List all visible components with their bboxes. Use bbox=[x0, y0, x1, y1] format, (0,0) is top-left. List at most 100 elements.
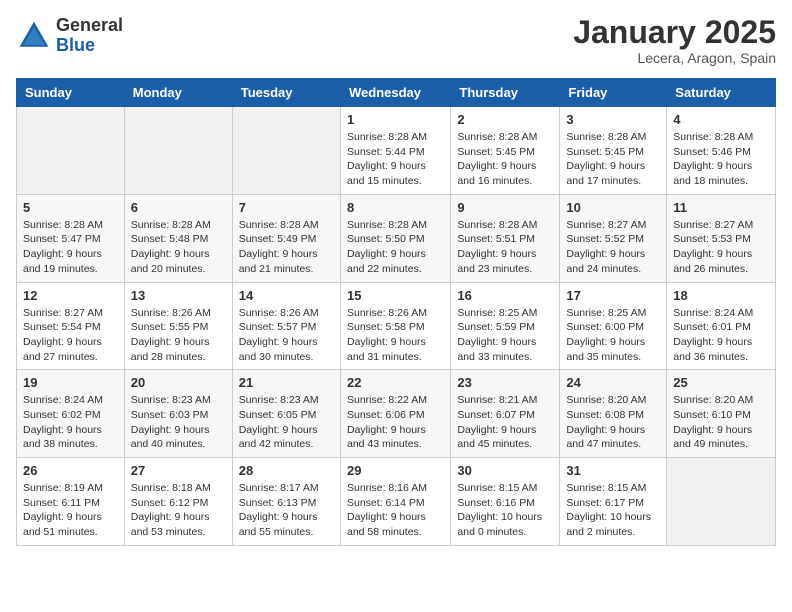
day-number: 30 bbox=[457, 463, 553, 478]
day-number: 23 bbox=[457, 375, 553, 390]
day-info: Sunrise: 8:23 AM Sunset: 6:03 PM Dayligh… bbox=[131, 393, 226, 452]
day-cell-21: 21Sunrise: 8:23 AM Sunset: 6:05 PM Dayli… bbox=[232, 370, 340, 458]
day-info: Sunrise: 8:28 AM Sunset: 5:47 PM Dayligh… bbox=[23, 218, 118, 277]
weekday-header-wednesday: Wednesday bbox=[340, 79, 450, 107]
day-number: 22 bbox=[347, 375, 444, 390]
day-cell-5: 5 Sunrise: 8:28 AM Sunset: 5:47 PM Daylig… bbox=[17, 194, 125, 282]
day-info: Sunrise: 8:26 AM Sunset: 5:58 PM Dayligh… bbox=[347, 306, 444, 365]
day-info: Sunrise: 8:15 AM Sunset: 6:17 PM Dayligh… bbox=[566, 481, 660, 540]
location-subtitle: Lecera, Aragon, Spain bbox=[573, 50, 776, 66]
day-info: Sunrise: 8:24 AM Sunset: 6:01 PM Dayligh… bbox=[673, 306, 769, 365]
logo-text: General Blue bbox=[56, 16, 123, 56]
day-number: 6 bbox=[131, 200, 226, 215]
empty-cell bbox=[667, 458, 776, 546]
day-info: Sunrise: 8:16 AM Sunset: 6:14 PM Dayligh… bbox=[347, 481, 444, 540]
day-cell-12: 12 Sunrise: 8:27 AM Sunset: 5:54 PM Dayli… bbox=[17, 282, 125, 370]
logo: General Blue bbox=[16, 16, 123, 56]
day-info: Sunrise: 8:20 AM Sunset: 6:10 PM Dayligh… bbox=[673, 393, 769, 452]
day-info: Sunrise: 8:28 AM Sunset: 5:45 PM Dayligh… bbox=[457, 130, 553, 189]
day-cell-26: 26Sunrise: 8:19 AM Sunset: 6:11 PM Dayli… bbox=[17, 458, 125, 546]
title-area: January 2025 Lecera, Aragon, Spain bbox=[573, 16, 776, 66]
day-info: Sunrise: 8:28 AM Sunset: 5:51 PM Dayligh… bbox=[457, 218, 553, 277]
day-cell-11: 11 Sunrise: 8:27 AM Sunset: 5:53 PM Dayli… bbox=[667, 194, 776, 282]
day-info: Sunrise: 8:25 AM Sunset: 5:59 PM Dayligh… bbox=[457, 306, 553, 365]
day-cell-19: 19 Sunrise: 8:24 AM Sunset: 6:02 PM Dayli… bbox=[17, 370, 125, 458]
calendar-table: SundayMondayTuesdayWednesdayThursdayFrid… bbox=[16, 78, 776, 546]
day-number: 15 bbox=[347, 288, 444, 303]
day-number: 11 bbox=[673, 200, 769, 215]
day-cell-2: 2 Sunrise: 8:28 AM Sunset: 5:45 PM Daylig… bbox=[451, 107, 560, 195]
day-cell-4: 4 Sunrise: 8:28 AM Sunset: 5:46 PM Daylig… bbox=[667, 107, 776, 195]
day-info: Sunrise: 8:25 AM Sunset: 6:00 PM Dayligh… bbox=[566, 306, 660, 365]
day-cell-27: 27 Sunrise: 8:18 AM Sunset: 6:12 PM Dayli… bbox=[124, 458, 232, 546]
day-number: 17 bbox=[566, 288, 660, 303]
empty-cell bbox=[124, 107, 232, 195]
day-cell-16: 16Sunrise: 8:25 AM Sunset: 5:59 PM Dayli… bbox=[451, 282, 560, 370]
day-cell-7: 7 Sunrise: 8:28 AM Sunset: 5:49 PM Daylig… bbox=[232, 194, 340, 282]
weekday-header-row: SundayMondayTuesdayWednesdayThursdayFrid… bbox=[17, 79, 776, 107]
day-info: Sunrise: 8:27 AM Sunset: 5:52 PM Dayligh… bbox=[566, 218, 660, 277]
day-cell-30: 30 Sunrise: 8:15 AM Sunset: 6:16 PM Dayli… bbox=[451, 458, 560, 546]
day-info: Sunrise: 8:28 AM Sunset: 5:44 PM Dayligh… bbox=[347, 130, 444, 189]
day-number: 27 bbox=[131, 463, 226, 478]
weekday-header-saturday: Saturday bbox=[667, 79, 776, 107]
day-number: 5 bbox=[23, 200, 118, 215]
day-number: 4 bbox=[673, 112, 769, 127]
day-number: 3 bbox=[566, 112, 660, 127]
weekday-header-sunday: Sunday bbox=[17, 79, 125, 107]
day-info: Sunrise: 8:24 AM Sunset: 6:02 PM Dayligh… bbox=[23, 393, 118, 452]
weekday-header-monday: Monday bbox=[124, 79, 232, 107]
day-cell-6: 6 Sunrise: 8:28 AM Sunset: 5:48 PM Daylig… bbox=[124, 194, 232, 282]
day-info: Sunrise: 8:26 AM Sunset: 5:55 PM Dayligh… bbox=[131, 306, 226, 365]
day-cell-25: 25 Sunrise: 8:20 AM Sunset: 6:10 PM Dayli… bbox=[667, 370, 776, 458]
day-number: 24 bbox=[566, 375, 660, 390]
day-info: Sunrise: 8:26 AM Sunset: 5:57 PM Dayligh… bbox=[239, 306, 334, 365]
day-cell-18: 18 Sunrise: 8:24 AM Sunset: 6:01 PM Dayli… bbox=[667, 282, 776, 370]
day-number: 18 bbox=[673, 288, 769, 303]
day-number: 20 bbox=[131, 375, 226, 390]
day-number: 29 bbox=[347, 463, 444, 478]
day-cell-20: 20 Sunrise: 8:23 AM Sunset: 6:03 PM Dayli… bbox=[124, 370, 232, 458]
day-number: 14 bbox=[239, 288, 334, 303]
day-cell-1: 1 Sunrise: 8:28 AM Sunset: 5:44 PM Daylig… bbox=[340, 107, 450, 195]
day-number: 2 bbox=[457, 112, 553, 127]
day-info: Sunrise: 8:28 AM Sunset: 5:48 PM Dayligh… bbox=[131, 218, 226, 277]
day-info: Sunrise: 8:15 AM Sunset: 6:16 PM Dayligh… bbox=[457, 481, 553, 540]
day-cell-10: 10 Sunrise: 8:27 AM Sunset: 5:52 PM Dayli… bbox=[560, 194, 667, 282]
day-info: Sunrise: 8:27 AM Sunset: 5:54 PM Dayligh… bbox=[23, 306, 118, 365]
day-number: 19 bbox=[23, 375, 118, 390]
day-number: 31 bbox=[566, 463, 660, 478]
day-info: Sunrise: 8:28 AM Sunset: 5:50 PM Dayligh… bbox=[347, 218, 444, 277]
day-info: Sunrise: 8:19 AM Sunset: 6:11 PM Dayligh… bbox=[23, 481, 118, 540]
day-info: Sunrise: 8:27 AM Sunset: 5:53 PM Dayligh… bbox=[673, 218, 769, 277]
day-number: 8 bbox=[347, 200, 444, 215]
day-cell-15: 15 Sunrise: 8:26 AM Sunset: 5:58 PM Dayli… bbox=[340, 282, 450, 370]
day-cell-24: 24 Sunrise: 8:20 AM Sunset: 6:08 PM Dayli… bbox=[560, 370, 667, 458]
day-number: 9 bbox=[457, 200, 553, 215]
empty-cell bbox=[17, 107, 125, 195]
day-info: Sunrise: 8:18 AM Sunset: 6:12 PM Dayligh… bbox=[131, 481, 226, 540]
day-info: Sunrise: 8:28 AM Sunset: 5:45 PM Dayligh… bbox=[566, 130, 660, 189]
day-info: Sunrise: 8:28 AM Sunset: 5:46 PM Dayligh… bbox=[673, 130, 769, 189]
weekday-header-thursday: Thursday bbox=[451, 79, 560, 107]
day-number: 1 bbox=[347, 112, 444, 127]
day-number: 28 bbox=[239, 463, 334, 478]
logo-blue: Blue bbox=[56, 35, 95, 55]
day-cell-31: 31 Sunrise: 8:15 AM Sunset: 6:17 PM Dayli… bbox=[560, 458, 667, 546]
logo-icon bbox=[16, 18, 52, 54]
day-info: Sunrise: 8:28 AM Sunset: 5:49 PM Dayligh… bbox=[239, 218, 334, 277]
day-cell-8: 8 Sunrise: 8:28 AM Sunset: 5:50 PM Daylig… bbox=[340, 194, 450, 282]
day-info: Sunrise: 8:20 AM Sunset: 6:08 PM Dayligh… bbox=[566, 393, 660, 452]
logo-general: General bbox=[56, 15, 123, 35]
day-number: 12 bbox=[23, 288, 118, 303]
week-row-5: 26Sunrise: 8:19 AM Sunset: 6:11 PM Dayli… bbox=[17, 458, 776, 546]
weekday-header-tuesday: Tuesday bbox=[232, 79, 340, 107]
day-cell-17: 17 Sunrise: 8:25 AM Sunset: 6:00 PM Dayli… bbox=[560, 282, 667, 370]
day-number: 7 bbox=[239, 200, 334, 215]
week-row-4: 19 Sunrise: 8:24 AM Sunset: 6:02 PM Dayli… bbox=[17, 370, 776, 458]
week-row-1: 1 Sunrise: 8:28 AM Sunset: 5:44 PM Daylig… bbox=[17, 107, 776, 195]
day-number: 10 bbox=[566, 200, 660, 215]
page-header: General Blue January 2025 Lecera, Aragon… bbox=[16, 16, 776, 66]
day-info: Sunrise: 8:22 AM Sunset: 6:06 PM Dayligh… bbox=[347, 393, 444, 452]
day-number: 25 bbox=[673, 375, 769, 390]
